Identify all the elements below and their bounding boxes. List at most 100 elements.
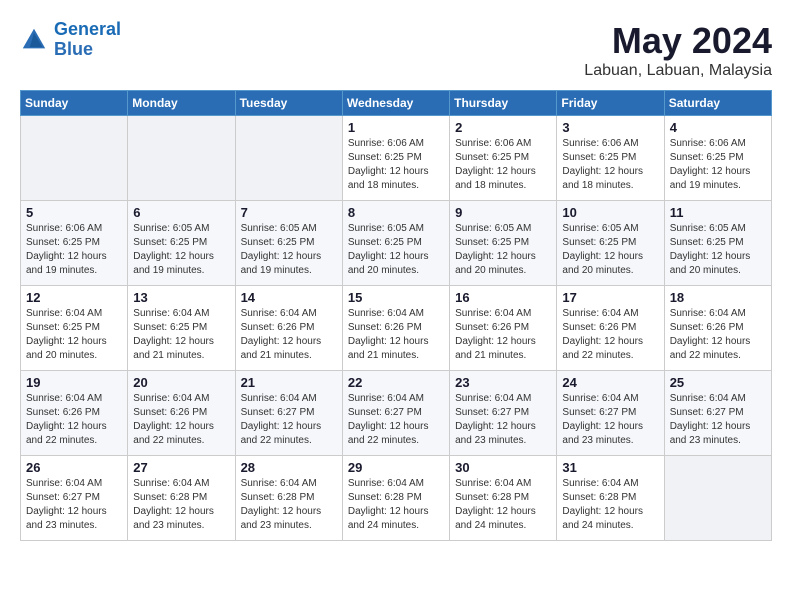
day-info: Sunrise: 6:06 AM Sunset: 6:25 PM Dayligh… xyxy=(348,137,444,193)
calendar-week-1: 1 Sunrise: 6:06 AM Sunset: 6:25 PM Daylig… xyxy=(21,116,772,201)
day-info: Sunrise: 6:04 AM Sunset: 6:25 PM Dayligh… xyxy=(133,307,229,363)
day-info: Sunrise: 6:04 AM Sunset: 6:27 PM Dayligh… xyxy=(455,392,551,448)
calendar-cell: 16 Sunrise: 6:04 AM Sunset: 6:26 PM Dayli… xyxy=(450,286,557,371)
day-number: 16 xyxy=(455,290,551,305)
calendar-cell: 3 Sunrise: 6:06 AM Sunset: 6:25 PM Daylig… xyxy=(557,116,664,201)
calendar-cell: 8 Sunrise: 6:05 AM Sunset: 6:25 PM Daylig… xyxy=(342,201,449,286)
day-info: Sunrise: 6:04 AM Sunset: 6:26 PM Dayligh… xyxy=(670,307,766,363)
day-info: Sunrise: 6:04 AM Sunset: 6:25 PM Dayligh… xyxy=(26,307,122,363)
day-number: 19 xyxy=(26,375,122,390)
calendar-cell: 6Sunrise: 6:05 AM Sunset: 6:25 PM Daylig… xyxy=(128,201,235,286)
calendar-cell xyxy=(21,116,128,201)
day-number: 7 xyxy=(241,205,337,220)
calendar-cell: 27Sunrise: 6:04 AM Sunset: 6:28 PM Dayli… xyxy=(128,456,235,541)
day-info: Sunrise: 6:04 AM Sunset: 6:27 PM Dayligh… xyxy=(241,392,337,448)
day-number: 29 xyxy=(348,460,444,475)
day-info: Sunrise: 6:04 AM Sunset: 6:26 PM Dayligh… xyxy=(241,307,337,363)
day-number: 15 xyxy=(348,290,444,305)
day-number: 8 xyxy=(348,205,444,220)
calendar-table: SundayMondayTuesdayWednesdayThursdayFrid… xyxy=(20,90,772,541)
calendar-cell: 13 Sunrise: 6:04 AM Sunset: 6:25 PM Dayli… xyxy=(128,286,235,371)
column-header-wednesday: Wednesday xyxy=(342,91,449,116)
logo-icon xyxy=(20,26,48,54)
day-number: 20 xyxy=(133,375,229,390)
day-info: Sunrise: 6:05 AM Sunset: 6:25 PM Dayligh… xyxy=(562,222,658,278)
column-header-tuesday: Tuesday xyxy=(235,91,342,116)
calendar-cell: 30Sunrise: 6:04 AM Sunset: 6:28 PM Dayli… xyxy=(450,456,557,541)
day-info: Sunrise: 6:04 AM Sunset: 6:28 PM Dayligh… xyxy=(455,477,551,533)
calendar-week-4: 19 Sunrise: 6:04 AM Sunset: 6:26 PM Dayli… xyxy=(21,371,772,456)
day-info: Sunrise: 6:06 AM Sunset: 6:25 PM Dayligh… xyxy=(670,137,766,193)
day-number: 25 xyxy=(670,375,766,390)
calendar-week-3: 12Sunrise: 6:04 AM Sunset: 6:25 PM Dayli… xyxy=(21,286,772,371)
calendar-cell: 11Sunrise: 6:05 AM Sunset: 6:25 PM Dayli… xyxy=(664,201,771,286)
calendar-week-2: 5Sunrise: 6:06 AM Sunset: 6:25 PM Daylig… xyxy=(21,201,772,286)
calendar-cell: 12Sunrise: 6:04 AM Sunset: 6:25 PM Dayli… xyxy=(21,286,128,371)
day-info: Sunrise: 6:05 AM Sunset: 6:25 PM Dayligh… xyxy=(241,222,337,278)
calendar-cell: 29 Sunrise: 6:04 AM Sunset: 6:28 PM Dayli… xyxy=(342,456,449,541)
calendar-cell: 22Sunrise: 6:04 AM Sunset: 6:27 PM Dayli… xyxy=(342,371,449,456)
day-number: 27 xyxy=(133,460,229,475)
day-number: 3 xyxy=(562,120,658,135)
day-number: 6 xyxy=(133,205,229,220)
column-header-thursday: Thursday xyxy=(450,91,557,116)
title-block: May 2024 Labuan, Labuan, Malaysia xyxy=(584,20,772,80)
day-info: Sunrise: 6:05 AM Sunset: 6:25 PM Dayligh… xyxy=(348,222,444,278)
calendar-cell: 21 Sunrise: 6:04 AM Sunset: 6:27 PM Dayli… xyxy=(235,371,342,456)
day-number: 10 xyxy=(562,205,658,220)
day-info: Sunrise: 6:04 AM Sunset: 6:26 PM Dayligh… xyxy=(455,307,551,363)
day-number: 21 xyxy=(241,375,337,390)
calendar-cell: 24 Sunrise: 6:04 AM Sunset: 6:27 PM Dayli… xyxy=(557,371,664,456)
day-info: Sunrise: 6:04 AM Sunset: 6:27 PM Dayligh… xyxy=(26,477,122,533)
calendar-body: 1 Sunrise: 6:06 AM Sunset: 6:25 PM Daylig… xyxy=(21,116,772,541)
day-info: Sunrise: 6:04 AM Sunset: 6:26 PM Dayligh… xyxy=(348,307,444,363)
calendar-cell: 25 Sunrise: 6:04 AM Sunset: 6:27 PM Dayli… xyxy=(664,371,771,456)
calendar-cell: 1 Sunrise: 6:06 AM Sunset: 6:25 PM Daylig… xyxy=(342,116,449,201)
calendar-cell: 15 Sunrise: 6:04 AM Sunset: 6:26 PM Dayli… xyxy=(342,286,449,371)
day-number: 23 xyxy=(455,375,551,390)
day-info: Sunrise: 6:04 AM Sunset: 6:26 PM Dayligh… xyxy=(26,392,122,448)
calendar-cell xyxy=(664,456,771,541)
day-number: 28 xyxy=(241,460,337,475)
calendar-cell xyxy=(235,116,342,201)
day-info: Sunrise: 6:04 AM Sunset: 6:27 PM Dayligh… xyxy=(348,392,444,448)
day-info: Sunrise: 6:06 AM Sunset: 6:25 PM Dayligh… xyxy=(455,137,551,193)
calendar-cell: 18Sunrise: 6:04 AM Sunset: 6:26 PM Dayli… xyxy=(664,286,771,371)
month-title: May 2024 xyxy=(584,20,772,62)
day-info: Sunrise: 6:04 AM Sunset: 6:27 PM Dayligh… xyxy=(670,392,766,448)
column-header-saturday: Saturday xyxy=(664,91,771,116)
day-number: 2 xyxy=(455,120,551,135)
page-header: General Blue May 2024 Labuan, Labuan, Ma… xyxy=(20,20,772,80)
day-number: 14 xyxy=(241,290,337,305)
calendar-week-5: 26 Sunrise: 6:04 AM Sunset: 6:27 PM Dayli… xyxy=(21,456,772,541)
calendar-cell: 23 Sunrise: 6:04 AM Sunset: 6:27 PM Dayli… xyxy=(450,371,557,456)
day-number: 13 xyxy=(133,290,229,305)
calendar-cell xyxy=(128,116,235,201)
day-number: 1 xyxy=(348,120,444,135)
day-info: Sunrise: 6:05 AM Sunset: 6:25 PM Dayligh… xyxy=(455,222,551,278)
day-info: Sunrise: 6:06 AM Sunset: 6:25 PM Dayligh… xyxy=(562,137,658,193)
calendar-cell: 10 Sunrise: 6:05 AM Sunset: 6:25 PM Dayli… xyxy=(557,201,664,286)
day-number: 26 xyxy=(26,460,122,475)
day-number: 17 xyxy=(562,290,658,305)
day-number: 9 xyxy=(455,205,551,220)
calendar-cell: 31Sunrise: 6:04 AM Sunset: 6:28 PM Dayli… xyxy=(557,456,664,541)
calendar-cell: 28 Sunrise: 6:04 AM Sunset: 6:28 PM Dayli… xyxy=(235,456,342,541)
location: Labuan, Labuan, Malaysia xyxy=(584,62,772,80)
calendar-cell: 26 Sunrise: 6:04 AM Sunset: 6:27 PM Dayli… xyxy=(21,456,128,541)
day-number: 24 xyxy=(562,375,658,390)
day-info: Sunrise: 6:05 AM Sunset: 6:25 PM Dayligh… xyxy=(670,222,766,278)
calendar-cell: 2 Sunrise: 6:06 AM Sunset: 6:25 PM Daylig… xyxy=(450,116,557,201)
column-header-friday: Friday xyxy=(557,91,664,116)
calendar-cell: 17 Sunrise: 6:04 AM Sunset: 6:26 PM Dayli… xyxy=(557,286,664,371)
day-info: Sunrise: 6:04 AM Sunset: 6:26 PM Dayligh… xyxy=(133,392,229,448)
logo: General Blue xyxy=(20,20,121,60)
day-info: Sunrise: 6:04 AM Sunset: 6:28 PM Dayligh… xyxy=(241,477,337,533)
calendar-cell: 20 Sunrise: 6:04 AM Sunset: 6:26 PM Dayli… xyxy=(128,371,235,456)
calendar-cell: 7 Sunrise: 6:05 AM Sunset: 6:25 PM Daylig… xyxy=(235,201,342,286)
logo-text: General Blue xyxy=(54,20,121,60)
day-info: Sunrise: 6:04 AM Sunset: 6:27 PM Dayligh… xyxy=(562,392,658,448)
column-header-sunday: Sunday xyxy=(21,91,128,116)
day-info: Sunrise: 6:04 AM Sunset: 6:28 PM Dayligh… xyxy=(348,477,444,533)
day-info: Sunrise: 6:04 AM Sunset: 6:26 PM Dayligh… xyxy=(562,307,658,363)
